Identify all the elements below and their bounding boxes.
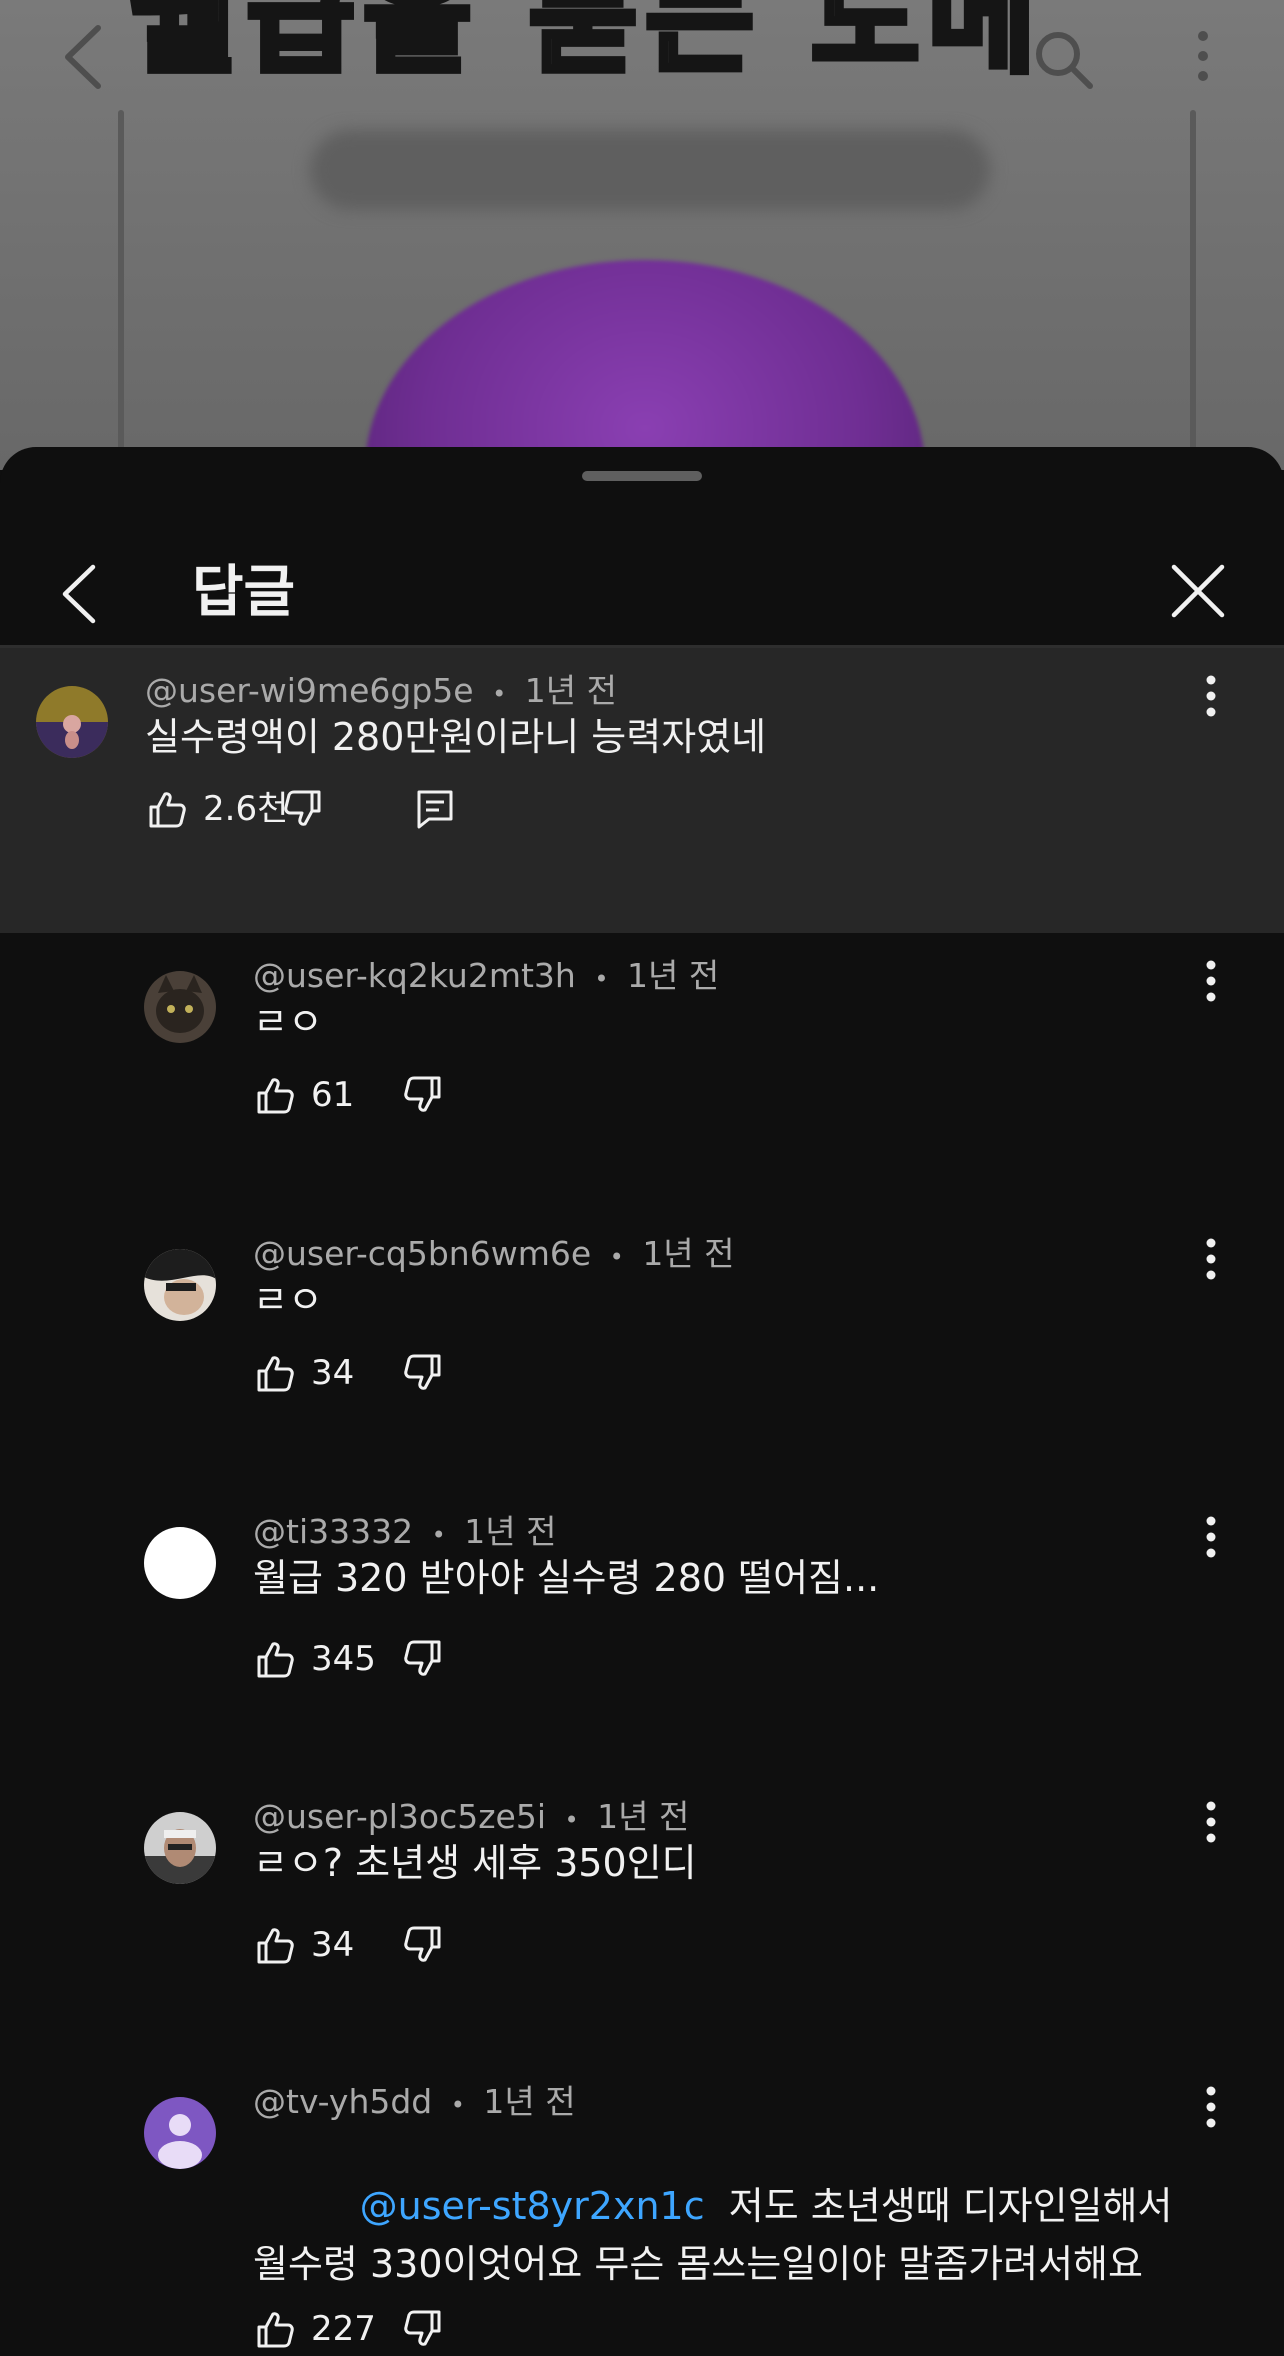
thumbs-up-icon[interactable] bbox=[145, 787, 189, 831]
kebab-menu-icon[interactable] bbox=[1196, 666, 1226, 726]
comment-age: 1년 전 bbox=[464, 1512, 557, 1551]
video-frame-edge bbox=[1190, 110, 1196, 470]
avatar[interactable] bbox=[144, 1527, 216, 1599]
sheet-drag-handle[interactable] bbox=[582, 471, 702, 481]
video-blurred-caption bbox=[310, 130, 990, 210]
avatar[interactable] bbox=[36, 686, 108, 758]
meta-separator: • bbox=[609, 1243, 624, 1271]
avatar[interactable] bbox=[144, 1249, 216, 1321]
comment-age: 1년 전 bbox=[627, 956, 720, 995]
comment-author[interactable]: @user-pl3oc5ze5i bbox=[253, 1797, 546, 1836]
kebab-menu-icon[interactable] bbox=[1196, 951, 1226, 1011]
comment-text: ㄹㅇ bbox=[253, 1000, 323, 1044]
reply-comment: @user-kq2ku2mt3h • 1년 전 ㄹㅇ 61 bbox=[0, 933, 1284, 1218]
comment-author[interactable]: @user-wi9me6gp5e bbox=[145, 671, 474, 710]
thumbs-down-icon[interactable] bbox=[401, 1637, 445, 1681]
video-banner-text: 월급을 묻는 도메 bbox=[130, 0, 1045, 85]
comment-author[interactable]: @ti33332 bbox=[253, 1512, 413, 1551]
comment-actions: 61 bbox=[253, 1070, 445, 1120]
search-icon[interactable] bbox=[1030, 26, 1096, 92]
meta-separator: • bbox=[594, 965, 609, 993]
close-icon[interactable] bbox=[1168, 561, 1228, 621]
video-frame-edge bbox=[118, 110, 124, 470]
comment-actions: 345 bbox=[253, 1634, 445, 1684]
comment-author[interactable]: @user-kq2ku2mt3h bbox=[253, 956, 576, 995]
comment-age: 1년 전 bbox=[524, 671, 617, 710]
comment-text: 월급 320 받아야 실수령 280 떨어짐... bbox=[253, 1556, 880, 1600]
meta-separator: • bbox=[564, 1806, 579, 1834]
video-kebab-menu-icon[interactable] bbox=[1188, 26, 1218, 86]
reply-comment: @user-cq5bn6wm6e • 1년 전 ㄹㅇ 34 bbox=[0, 1211, 1284, 1496]
like-count: 61 bbox=[311, 1075, 355, 1115]
comment-text: ㄹㅇ bbox=[253, 1278, 323, 1322]
thumbs-down-icon[interactable] bbox=[401, 2307, 445, 2351]
sheet-title: 답글 bbox=[192, 560, 296, 625]
thumbs-down-icon[interactable] bbox=[401, 1351, 445, 1395]
meta-separator: • bbox=[431, 1521, 446, 1549]
reply-comment: @user-pl3oc5ze5i • 1년 전 ㄹㅇ? 초년생 세후 350인디… bbox=[0, 1774, 1284, 2059]
kebab-menu-icon[interactable] bbox=[1196, 2077, 1226, 2137]
like-count: 227 bbox=[311, 2309, 376, 2349]
comment-actions: 2.6천 bbox=[145, 784, 457, 834]
comment-author[interactable]: @tv-yh5dd bbox=[253, 2082, 432, 2121]
comment-age: 1년 전 bbox=[597, 1797, 690, 1836]
avatar[interactable] bbox=[144, 1812, 216, 1884]
avatar[interactable] bbox=[144, 2097, 216, 2169]
chevron-left-icon[interactable] bbox=[55, 559, 105, 629]
reply-comment: @ti33332 • 1년 전 월급 320 받아야 실수령 280 떨어짐..… bbox=[0, 1489, 1284, 1774]
reply-icon[interactable] bbox=[413, 787, 457, 831]
kebab-menu-icon[interactable] bbox=[1196, 1792, 1226, 1852]
avatar[interactable] bbox=[144, 971, 216, 1043]
like-count: 34 bbox=[311, 1925, 355, 1965]
video-player[interactable]: 월급을 묻는 도메 bbox=[0, 0, 1284, 470]
comment-actions: 34 bbox=[253, 1920, 445, 1970]
kebab-menu-icon[interactable] bbox=[1196, 1507, 1226, 1567]
like-count: 34 bbox=[311, 1353, 355, 1393]
replies-sheet: 답글 @user-wi9me6gp5e • 1년 전 실수령액이 280만원이라… bbox=[0, 447, 1284, 2356]
thumbs-up-icon[interactable] bbox=[253, 1073, 297, 1117]
sheet-header: 답글 bbox=[0, 519, 1284, 644]
thumbs-up-icon[interactable] bbox=[253, 1923, 297, 1967]
comment-age: 1년 전 bbox=[483, 2082, 576, 2121]
comment-text: 실수령액이 280만원이라니 능력자였네 bbox=[145, 715, 767, 759]
reply-comment: @tv-yh5dd • 1년 전 @user-st8yr2xn1c 저도 초년생… bbox=[0, 2059, 1284, 2356]
comment-author[interactable]: @user-cq5bn6wm6e bbox=[253, 1234, 591, 1273]
thumbs-down-icon[interactable] bbox=[281, 787, 325, 831]
meta-separator: • bbox=[492, 680, 507, 708]
meta-separator: • bbox=[450, 2091, 465, 2119]
comment-actions: 34 bbox=[253, 1348, 445, 1398]
thumbs-down-icon[interactable] bbox=[401, 1073, 445, 1117]
parent-comment: @user-wi9me6gp5e • 1년 전 실수령액이 280만원이라니 능… bbox=[0, 648, 1284, 933]
comment-age: 1년 전 bbox=[642, 1234, 735, 1273]
thumbs-down-icon[interactable] bbox=[401, 1923, 445, 1967]
like-count: 345 bbox=[311, 1639, 376, 1679]
comment-actions: 227 bbox=[253, 2304, 445, 2354]
video-back-chevron-icon[interactable] bbox=[58, 22, 108, 92]
comment-mention-link[interactable]: @user-st8yr2xn1c bbox=[360, 2184, 705, 2228]
thumbs-up-icon[interactable] bbox=[253, 1351, 297, 1395]
thumbs-up-icon[interactable] bbox=[253, 1637, 297, 1681]
kebab-menu-icon[interactable] bbox=[1196, 1229, 1226, 1289]
comment-text: ㄹㅇ? 초년생 세후 350인디 bbox=[253, 1841, 697, 1885]
thumbs-up-icon[interactable] bbox=[253, 2307, 297, 2351]
app-screen: 월급을 묻는 도메 답글 @user-wi9me6gp5e • 1년 전 실수령… bbox=[0, 0, 1284, 2356]
